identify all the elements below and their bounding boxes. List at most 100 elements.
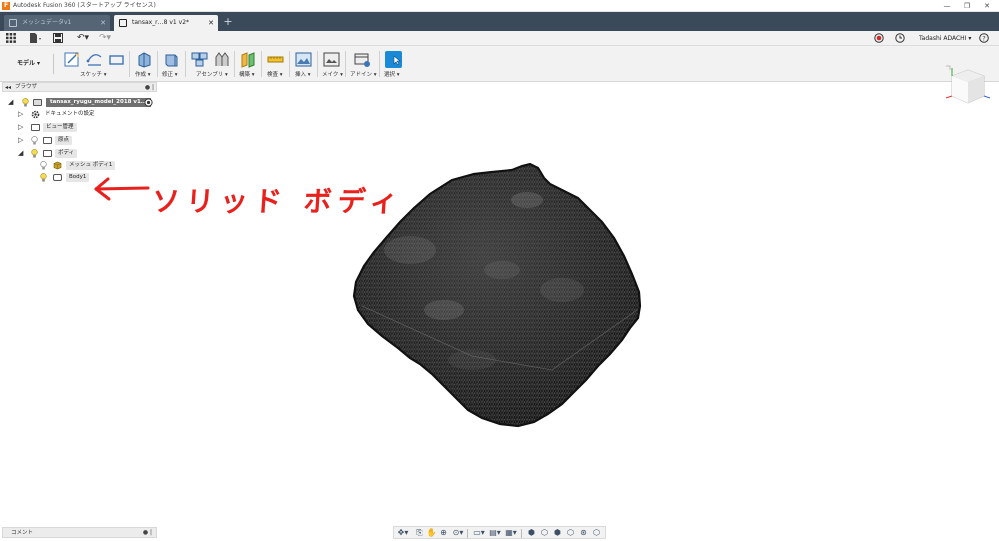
tree-node-label: Body1: [66, 173, 90, 182]
arc-line-icon[interactable]: [86, 51, 103, 68]
scripts-addins-icon[interactable]: [354, 51, 371, 68]
visibility-bulb-icon[interactable]: [40, 173, 47, 182]
handwritten-annotation: ソリッド ボディ: [92, 166, 405, 226]
visibility-bulb-off-icon[interactable]: [31, 136, 38, 145]
component-icon: [33, 99, 42, 106]
tab-close-icon[interactable]: ✕: [208, 15, 214, 31]
new-component-icon[interactable]: [191, 51, 208, 68]
file-menu-icon[interactable]: [28, 33, 42, 44]
tab-label: メッシュデータv1: [22, 19, 72, 26]
fusion-360-window: F Autodesk Fusion 360 (スタートアップ ライセンス) — …: [0, 0, 999, 541]
group-label-insert[interactable]: 挿入 ▾: [295, 71, 311, 79]
group-label-assembly[interactable]: アセンブリ ▾: [196, 71, 228, 79]
ryugu-mesh-model[interactable]: [352, 160, 644, 428]
browser-title: ブラウザ: [15, 84, 38, 90]
comments-pin-icon[interactable]: ● |: [143, 528, 152, 538]
panel-pin-icon[interactable]: ● |: [145, 83, 154, 92]
solid-body-icon: [53, 174, 62, 181]
job-status-clock-icon[interactable]: [894, 33, 905, 44]
group-label-construct[interactable]: 構築 ▾: [239, 71, 255, 79]
navigation-bar: ✥▾ ⎘ ✋ ⊕ ⊙▾ ▭▾ ▤▾ ▦▾ ⬢ ⬡ ⬢ ⬡ ⊛ ⬡: [393, 526, 606, 539]
rectangle-icon[interactable]: [108, 51, 125, 68]
browser-panel-header[interactable]: ◂◂ ブラウザ ● |: [2, 82, 157, 92]
activate-component-radio-icon[interactable]: [144, 98, 153, 107]
folder-icon: [43, 137, 52, 144]
fusion-logo-icon: F: [2, 2, 10, 10]
cube-faces-icon[interactable]: ⬢: [552, 528, 563, 538]
comments-title: コメント: [11, 530, 34, 536]
root-component-label[interactable]: tansax_ryugu_model_2018 v1...: [46, 98, 152, 107]
redo-icon[interactable]: ↷▾: [96, 33, 114, 44]
display-settings-icon[interactable]: ▭▾: [472, 528, 486, 538]
record-icon[interactable]: [873, 33, 884, 44]
draft-analysis-icon[interactable]: ⬡: [591, 528, 602, 538]
select-tool-icon[interactable]: [385, 51, 402, 68]
browser-root-node[interactable]: ◢ tansax_ryugu_model_2018 v1...: [8, 97, 158, 108]
ribbon-divider: [129, 51, 130, 77]
zoom-icon[interactable]: ⊕: [438, 528, 449, 538]
ribbon-divider: [185, 51, 186, 77]
group-label-modify[interactable]: 修正 ▾: [162, 71, 178, 79]
collapsed-triangle-icon[interactable]: ▷: [18, 111, 23, 118]
zebra-analysis-icon[interactable]: ⬡: [565, 528, 576, 538]
document-icon: [9, 19, 17, 27]
ribbon-divider: [234, 51, 235, 77]
look-at-icon[interactable]: ⎘: [414, 528, 425, 538]
group-label-select[interactable]: 選択 ▾: [384, 71, 400, 79]
document-tab-bar: メッシュデータv1 ✕ tansax_r…8 v1 v2* ✕: [0, 12, 999, 31]
group-label-addins[interactable]: アドイン ▾: [350, 71, 377, 79]
visibility-bulb-off-icon[interactable]: [40, 161, 47, 170]
offset-plane-icon[interactable]: [240, 51, 257, 68]
minimize-button[interactable]: —: [937, 0, 957, 12]
quick-access-toolbar: ↶▾ ↷▾ Tadashi ADACHI ▾ ?: [0, 31, 999, 46]
undo-icon[interactable]: ↶▾: [74, 33, 92, 44]
joint-icon[interactable]: [213, 51, 230, 68]
extrude-icon[interactable]: [136, 51, 153, 68]
ribbon-divider: [317, 51, 318, 77]
help-icon[interactable]: ?: [978, 33, 989, 44]
collapsed-triangle-icon[interactable]: ▷: [18, 124, 23, 131]
save-icon[interactable]: [52, 33, 63, 44]
collapsed-triangle-icon[interactable]: ▷: [18, 137, 23, 144]
data-panel-grid-icon[interactable]: [5, 33, 16, 44]
comments-panel[interactable]: コメント ● |: [2, 527, 157, 538]
group-label-make[interactable]: メイク ▾: [322, 71, 343, 79]
user-account-menu[interactable]: Tadashi ADACHI ▾: [919, 31, 971, 46]
grid-snap-icon[interactable]: ▤▾: [488, 528, 502, 538]
3d-print-icon[interactable]: [323, 51, 340, 68]
create-sketch-icon[interactable]: [64, 51, 81, 68]
new-tab-button[interactable]: +: [221, 15, 235, 29]
pan-hand-icon[interactable]: ✋: [426, 528, 437, 538]
expanded-triangle-icon[interactable]: ◢: [8, 99, 13, 106]
tab-close-icon[interactable]: ✕: [100, 15, 106, 31]
tab-mesh-data[interactable]: メッシュデータv1 ✕: [4, 15, 110, 31]
press-pull-icon[interactable]: [163, 51, 180, 68]
ribbon-divider: [289, 51, 290, 77]
visibility-bulb-icon[interactable]: [22, 98, 29, 107]
collapse-panel-icon[interactable]: ◂◂: [5, 83, 11, 92]
fit-zoom-icon[interactable]: ⊙▾: [451, 528, 465, 538]
group-label-inspect[interactable]: 検査 ▾: [267, 71, 283, 79]
tree-node-bodies[interactable]: ◢ ボディ: [18, 148, 138, 159]
viewports-icon[interactable]: ▦▾: [504, 528, 518, 538]
workspace-switcher[interactable]: モデル ▾: [4, 54, 54, 74]
section-analysis-icon[interactable]: ⬢: [526, 528, 537, 538]
cube-icon[interactable]: ⬡: [539, 528, 550, 538]
measure-icon[interactable]: [267, 51, 284, 68]
insert-canvas-icon[interactable]: [295, 51, 312, 68]
curvature-icon[interactable]: ⊛: [578, 528, 589, 538]
visibility-bulb-icon[interactable]: [31, 149, 38, 158]
viewcube[interactable]: [938, 62, 994, 108]
document-icon: [119, 19, 127, 27]
tab-label: tansax_r…8 v1 v2*: [132, 19, 190, 26]
tree-node-origin[interactable]: ▷ 原点: [18, 135, 138, 146]
tree-node-named-views[interactable]: ▷ ビュー管理: [18, 122, 138, 133]
group-label-create[interactable]: 作成 ▾: [135, 71, 151, 79]
tab-tansax-ryugu[interactable]: tansax_r…8 v1 v2* ✕: [114, 15, 218, 31]
group-label-sketch[interactable]: スケッチ ▾: [80, 71, 107, 79]
tree-node-document-settings[interactable]: ▷ ドキュメントの設定: [18, 109, 138, 120]
restore-button[interactable]: ❐: [957, 0, 977, 12]
orbit-icon[interactable]: ✥▾: [396, 528, 410, 538]
expanded-triangle-icon[interactable]: ◢: [18, 150, 23, 157]
close-window-button[interactable]: ✕: [977, 0, 997, 12]
